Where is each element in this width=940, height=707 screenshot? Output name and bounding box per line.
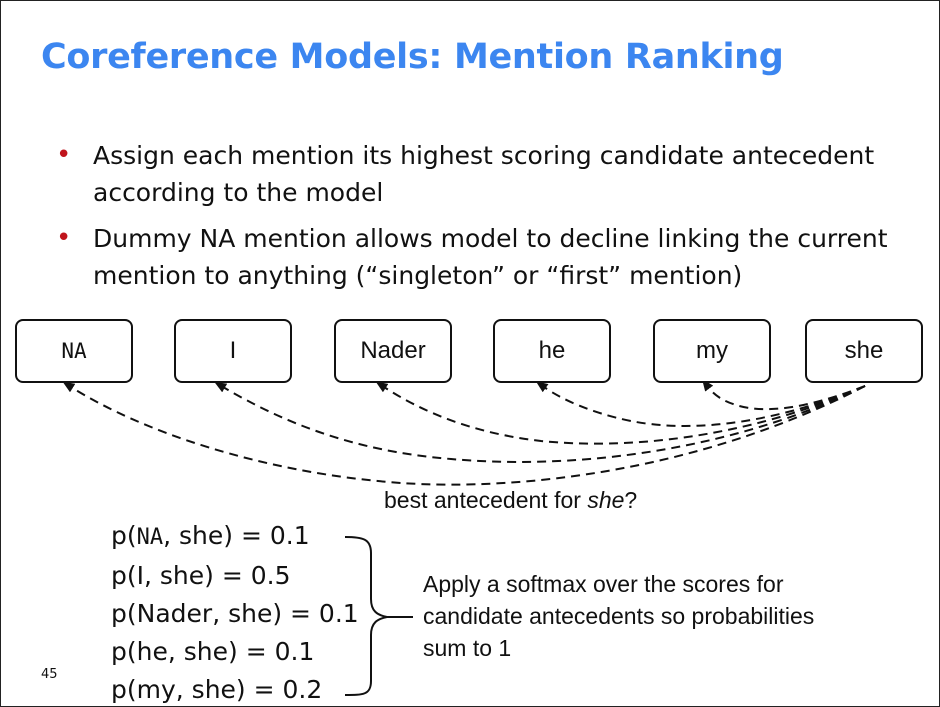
mention-box-i: I xyxy=(174,319,292,383)
arc-to-my xyxy=(701,379,866,411)
probability-row: p(Nader, she) = 0.1 xyxy=(111,599,359,628)
probability-row: p(my, she) = 0.2 xyxy=(111,675,323,704)
probability-row: p(I, she) = 0.5 xyxy=(111,561,291,590)
probability-list: p(NA, she) = 0.1 p(I, she) = 0.5 p(Nader… xyxy=(111,517,359,706)
mention-box-my: my xyxy=(653,319,771,383)
curly-brace-icon xyxy=(344,536,413,696)
mention-box-nader: Nader xyxy=(334,319,452,383)
page-number: 45 xyxy=(41,667,58,682)
softmax-note: Apply a softmax over the scores for cand… xyxy=(423,571,815,661)
probability-row: p(he, she) = 0.1 xyxy=(111,637,315,666)
mention-box-she: she xyxy=(805,319,923,383)
question-emphasis: she xyxy=(587,487,625,513)
antecedent-question: best antecedent for she? xyxy=(384,487,638,513)
arc-to-nader xyxy=(375,381,866,445)
slide: Coreference Models: Mention Ranking • As… xyxy=(0,0,940,707)
arc-to-i xyxy=(214,381,866,463)
probability-row: p(NA, she) = 0.1 xyxy=(111,521,310,550)
mention-box-he: he xyxy=(493,319,611,383)
arc-to-na xyxy=(62,381,866,486)
mention-box-na: NA xyxy=(15,319,133,383)
